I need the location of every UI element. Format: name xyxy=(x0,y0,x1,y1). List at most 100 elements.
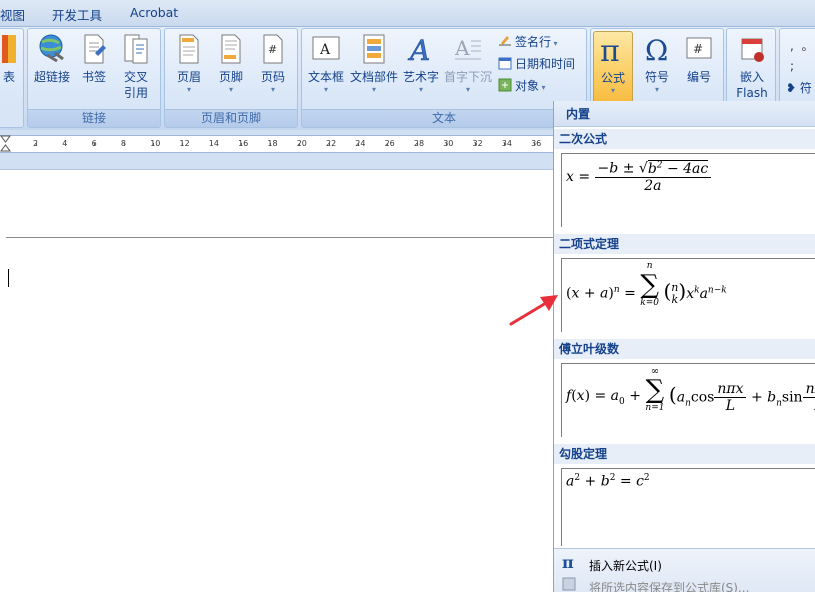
ruler-tick xyxy=(445,143,447,146)
ruler-number: 18 xyxy=(267,139,278,148)
ruler-tick xyxy=(504,143,506,146)
drop-cap-button[interactable]: A 首字下沉 ▾ xyxy=(442,33,494,95)
gallery-header: 内置 xyxy=(554,101,815,127)
ruler-tick xyxy=(35,143,37,146)
semicolon-symbol[interactable]: ; xyxy=(790,57,794,75)
save-equation-icon xyxy=(562,577,576,591)
object-button[interactable]: 对象 ▾ xyxy=(498,77,546,95)
ruler-tick xyxy=(182,143,184,146)
menu-bar: 视图 开发工具 Acrobat xyxy=(0,0,815,26)
ruler-number: 22 xyxy=(326,139,337,148)
quadratic-formula: x = −b ± √b2 − 4ac 2a xyxy=(566,159,712,194)
page-number-button[interactable]: # 页码 ▾ xyxy=(255,33,291,95)
cross-reference-button[interactable]: 交叉引用 xyxy=(114,33,158,101)
ruler-tick xyxy=(357,143,359,146)
drop-cap-icon: A xyxy=(454,36,481,60)
ruler-number: 12 xyxy=(179,139,190,148)
ruler-number: 26 xyxy=(384,139,395,148)
svg-text:#: # xyxy=(693,42,703,56)
quick-parts-button[interactable]: 文档部件 ▾ xyxy=(348,33,400,95)
insert-new-equation[interactable]: 插入新公式(I) xyxy=(589,557,662,574)
ruler-tick xyxy=(299,143,301,146)
ruler-number: 24 xyxy=(355,139,366,148)
red-arrow-icon xyxy=(509,295,558,326)
formula-quadratic[interactable]: x = −b ± √b2 − 4ac 2a xyxy=(561,153,815,227)
svg-text:A: A xyxy=(454,36,470,60)
indent-marker-icon[interactable] xyxy=(0,135,12,153)
ruler-tick xyxy=(94,143,96,146)
formula-fourier[interactable]: f(x) = a0 + ∞ ∑ n=1 (ancosnπxL + bnsinnπ… xyxy=(561,363,815,437)
group-label-text: 文本 xyxy=(302,109,586,127)
globe-link-icon xyxy=(39,34,64,63)
symbol-button[interactable]: Ω 符号 ▾ xyxy=(637,33,677,95)
ruler-number: 14 xyxy=(208,139,219,148)
signature-line-button[interactable]: 签名行 ▾ xyxy=(498,33,558,51)
footer-button[interactable]: 页脚 ▾ xyxy=(213,33,249,95)
svg-text:Ω: Ω xyxy=(645,34,668,65)
horizontal-line xyxy=(6,237,555,238)
document-page[interactable] xyxy=(0,171,555,592)
wordart-button[interactable]: A 艺术字 ▾ xyxy=(401,33,441,95)
pi-small-icon: π xyxy=(562,553,574,572)
table-icon xyxy=(2,35,16,63)
equation-gallery: 内置 二次公式 x = −b ± √b2 − 4ac 2a 二项式定理 (x + … xyxy=(553,101,815,592)
section-quadratic: 二次公式 xyxy=(554,129,815,149)
object-icon xyxy=(498,78,512,92)
ruler-strip[interactable]: 24681012141618202224262830323436 xyxy=(0,135,565,153)
calendar-icon xyxy=(498,57,512,70)
formula-binomial[interactable]: (x + a)n = n ∑ k=0 (n k)xkan−k xyxy=(561,258,815,332)
table-button[interactable]: 表 xyxy=(1,33,17,85)
ruler-number: 30 xyxy=(443,139,454,148)
ruler-tick xyxy=(416,143,418,146)
svg-text:A: A xyxy=(407,34,430,65)
header-button[interactable]: 页眉 ▾ xyxy=(171,33,207,95)
tab-view[interactable]: 视图 xyxy=(0,5,25,24)
ruler-tick xyxy=(123,143,125,146)
section-pythagorean: 勾股定理 xyxy=(554,444,815,464)
ruler-tick xyxy=(475,143,477,146)
group-partial-left: 表 xyxy=(0,28,24,128)
embed-flash-button[interactable]: 嵌入 Flash xyxy=(731,33,773,101)
horizontal-ruler: 24681012141618202224262830323436 xyxy=(0,130,565,170)
page-number-icon: # xyxy=(263,34,283,64)
ruler-number: 16 xyxy=(238,139,249,148)
svg-text:π: π xyxy=(600,34,620,66)
cross-reference-icon xyxy=(124,34,148,64)
ruler-tick xyxy=(211,143,213,146)
ruler-number: 10 xyxy=(150,139,161,148)
tab-acrobat[interactable]: Acrobat xyxy=(130,5,178,20)
ruler-tick xyxy=(270,143,272,146)
ruler-number: 32 xyxy=(472,139,483,148)
number-icon: # xyxy=(686,37,712,59)
formula-pythagorean[interactable]: a2 + b2 = c2 xyxy=(561,468,815,546)
save-selection-to-gallery[interactable]: 将所选内容保存到公式库(S)... xyxy=(589,579,749,592)
signature-line-icon xyxy=(499,36,511,46)
symbol-partial-button[interactable]: ❥ 符 xyxy=(786,79,812,97)
omega-icon: Ω xyxy=(645,34,668,65)
svg-text:A: A xyxy=(319,42,331,58)
svg-text:#: # xyxy=(268,43,277,56)
ruler-tick xyxy=(387,143,389,146)
footer-icon xyxy=(221,34,241,64)
group-label-header-footer: 页眉和页脚 xyxy=(165,109,297,127)
equation-button[interactable]: π 公式 ▾ xyxy=(593,31,633,107)
comma-symbol[interactable]: , 。 xyxy=(790,37,813,55)
section-fourier: 傅立叶级数 xyxy=(554,339,815,359)
numbering-button[interactable]: # 编号 xyxy=(679,33,719,85)
pythagorean-formula: a2 + b2 = c2 xyxy=(566,473,650,490)
binomial-formula: (x + a)n = n ∑ k=0 (n k)xkan−k xyxy=(566,261,727,308)
group-header-footer: 页眉 ▾ 页脚 ▾ # 页码 ▾ 页眉和页脚 xyxy=(164,28,298,128)
ruler-tick xyxy=(64,143,66,146)
group-links: 超链接 书签 交叉引用 链接 xyxy=(27,28,161,128)
ruler-number: 34 xyxy=(501,139,512,148)
tab-developer[interactable]: 开发工具 xyxy=(52,5,102,24)
date-time-button[interactable]: 日期和时间 xyxy=(498,55,575,73)
hyperlink-button[interactable]: 超链接 xyxy=(30,33,74,85)
ruler-tick xyxy=(328,143,330,146)
text-box-button[interactable]: A 文本框 ▾ xyxy=(304,33,348,95)
bookmark-button[interactable]: 书签 xyxy=(76,33,112,85)
ruler-number: 28 xyxy=(413,139,425,148)
group-label-links: 链接 xyxy=(28,109,160,127)
flash-icon xyxy=(741,38,764,62)
text-cursor xyxy=(8,269,9,287)
